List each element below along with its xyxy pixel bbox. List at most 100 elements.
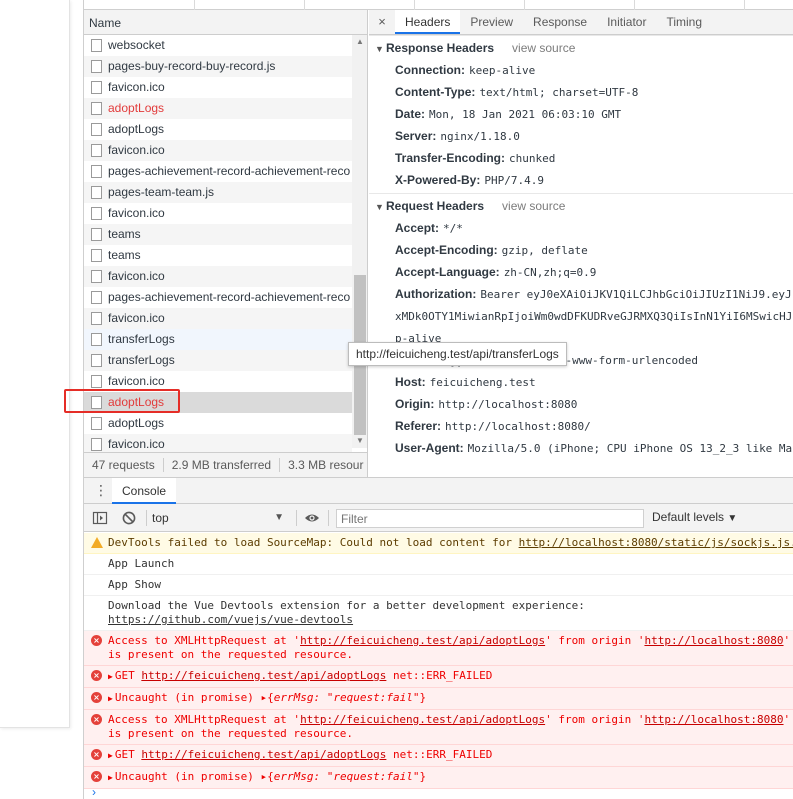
request-row[interactable]: favicon.ico	[84, 308, 352, 329]
console-text: App Launch	[108, 557, 175, 570]
request-row[interactable]: adoptLogs	[84, 98, 352, 119]
clear-console-icon[interactable]	[121, 510, 137, 526]
file-icon	[91, 270, 102, 283]
request-name: transferLogs	[108, 353, 175, 367]
header-key: Accept-Language:	[395, 265, 500, 279]
header-row: Accept: */*	[369, 217, 793, 239]
response-view-source-link[interactable]: view source	[512, 41, 575, 55]
console-text: net::ERR_FAILED	[386, 748, 493, 761]
request-header-list: Accept: */* Accept-Encoding: gzip, deflate A…	[369, 217, 793, 459]
tab-console[interactable]: Console	[112, 478, 177, 504]
console-filter-input[interactable]	[336, 509, 644, 528]
collapse-triangle-icon[interactable]: ▼	[375, 37, 386, 61]
timeline-overview[interactable]	[84, 0, 793, 10]
request-name: favicon.ico	[108, 437, 165, 451]
request-name: favicon.ico	[108, 311, 165, 325]
file-icon	[91, 291, 102, 304]
request-view-source-link[interactable]: view source	[502, 199, 565, 213]
sidebar-toggle-icon[interactable]	[92, 510, 108, 526]
more-options-icon[interactable]: ⋮	[94, 483, 108, 497]
header-value: nginx/1.18.0	[440, 130, 520, 143]
tab-initiator[interactable]: Initiator	[597, 10, 656, 34]
header-value: Bearer eyJ0eXAiOiJKV1QiLCJhbGciOiJIUzI1N…	[480, 288, 792, 301]
console-link[interactable]: http://feicuicheng.test/api/adoptLogs	[300, 713, 545, 726]
request-row[interactable]: pages-team-team.js	[84, 182, 352, 203]
tab-preview[interactable]: Preview	[460, 10, 523, 34]
request-name: favicon.ico	[108, 143, 165, 157]
name-column-header[interactable]: Name	[84, 10, 367, 35]
close-details-icon[interactable]: ×	[369, 10, 395, 34]
log-levels-dropdown[interactable]: Default levels ▼	[652, 510, 737, 524]
request-name: favicon.ico	[108, 206, 165, 220]
request-name: teams	[108, 227, 141, 241]
resources-size: 3.3 MB resour	[288, 458, 364, 472]
console-text: ' from origin '	[545, 713, 645, 726]
error-icon: ×	[91, 749, 102, 760]
expand-arrow-icon[interactable]: ▶	[108, 692, 113, 706]
request-name: transferLogs	[108, 332, 175, 346]
devtools-panel: Name websocket pages-buy-record-buy-recor…	[64, 0, 793, 799]
request-row[interactable]: transferLogs	[84, 329, 352, 350]
request-row[interactable]: pages-buy-record-buy-record.js	[84, 56, 352, 77]
console-link[interactable]: http://feicuicheng.test/api/adoptLogs	[141, 748, 386, 761]
context-select[interactable]: top ▼	[152, 509, 288, 527]
scroll-down-arrow-icon[interactable]: ▼	[352, 436, 367, 446]
scroll-up-arrow-icon[interactable]: ▲	[352, 37, 367, 47]
expand-arrow-icon[interactable]: ▶	[108, 749, 113, 763]
request-name: favicon.ico	[108, 269, 165, 283]
console-link[interactable]: https://github.com/vuejs/vue-devtools	[108, 613, 353, 626]
request-row[interactable]: pages-achievement-record-achievement-rec…	[84, 161, 352, 182]
header-key: Accept-Encoding:	[395, 243, 498, 257]
tab-timing[interactable]: Timing	[656, 10, 712, 34]
expand-arrow-icon[interactable]: ▶	[108, 670, 113, 684]
console-text: GET	[114, 748, 142, 761]
header-row: Authorization: Bearer eyJ0eXAiOiJKV1QiLCJ…	[369, 283, 793, 305]
error-icon: ×	[91, 670, 102, 681]
file-icon	[91, 333, 102, 346]
request-row[interactable]: favicon.ico	[84, 140, 352, 161]
error-icon: ×	[91, 771, 102, 782]
request-row[interactable]: websocket	[84, 35, 352, 56]
request-row[interactable]: favicon.ico	[84, 77, 352, 98]
console-link[interactable]: http://localhost:8080	[644, 713, 783, 726]
request-row[interactable]: favicon.ico	[84, 203, 352, 224]
annotation-highlight-box	[64, 389, 180, 413]
console-prompt[interactable]: ›	[92, 785, 96, 799]
request-row[interactable]: teams	[84, 245, 352, 266]
tab-headers[interactable]: Headers	[395, 10, 461, 34]
request-list-scrollbar[interactable]: ▲ ▼	[352, 35, 367, 448]
console-text: Uncaught (in promise)	[114, 691, 261, 704]
console-text: Access to XMLHttpRequest at '	[108, 634, 301, 647]
expand-arrow-icon[interactable]: ▶	[108, 771, 113, 785]
header-key: Connection:	[395, 63, 465, 77]
request-row[interactable]: teams	[84, 224, 352, 245]
header-row: Date: Mon, 18 Jan 2021 06:03:10 GMT	[369, 103, 793, 125]
header-key: Host:	[395, 375, 426, 389]
collapse-triangle-icon[interactable]: ▼	[375, 195, 386, 219]
console-text: ▸{	[260, 691, 274, 704]
request-row[interactable]: adoptLogs	[84, 119, 352, 140]
request-row[interactable]: favicon.ico	[84, 266, 352, 287]
request-name: pages-achievement-record-achievement-rec…	[108, 164, 351, 178]
console-toolbar: top ▼ Default levels ▼	[84, 504, 793, 532]
context-value: top	[152, 511, 169, 525]
console-text: errMsg: "request:fail"	[273, 770, 420, 783]
header-value: http://localhost:8080	[438, 398, 578, 411]
request-name: favicon.ico	[108, 80, 165, 94]
request-name: teams	[108, 248, 141, 262]
console-link[interactable]: http://localhost:8080/static/js/sockjs.j…	[519, 536, 793, 549]
console-link[interactable]: http://localhost:8080	[644, 634, 783, 647]
console-link[interactable]: http://feicuicheng.test/api/adoptLogs	[141, 669, 386, 682]
request-headers-section[interactable]: ▼ Request Headers view source	[369, 193, 793, 217]
console-text: ▸{	[260, 770, 274, 783]
response-headers-section[interactable]: ▼ Response Headers view source	[369, 35, 793, 59]
tab-response[interactable]: Response	[523, 10, 597, 34]
request-row[interactable]: pages-achievement-record-achievement-rec…	[84, 287, 352, 308]
console-error-message: × ▶ Uncaught (in promise) ▸{errMsg: "reque…	[84, 767, 793, 789]
request-row[interactable]: transferLogs	[84, 350, 352, 371]
live-expression-eye-icon[interactable]	[304, 510, 320, 526]
header-key: Server:	[395, 129, 437, 143]
request-row[interactable]: adoptLogs	[84, 413, 352, 434]
header-value: chunked	[509, 152, 556, 165]
console-link[interactable]: http://feicuicheng.test/api/adoptLogs	[300, 634, 545, 647]
